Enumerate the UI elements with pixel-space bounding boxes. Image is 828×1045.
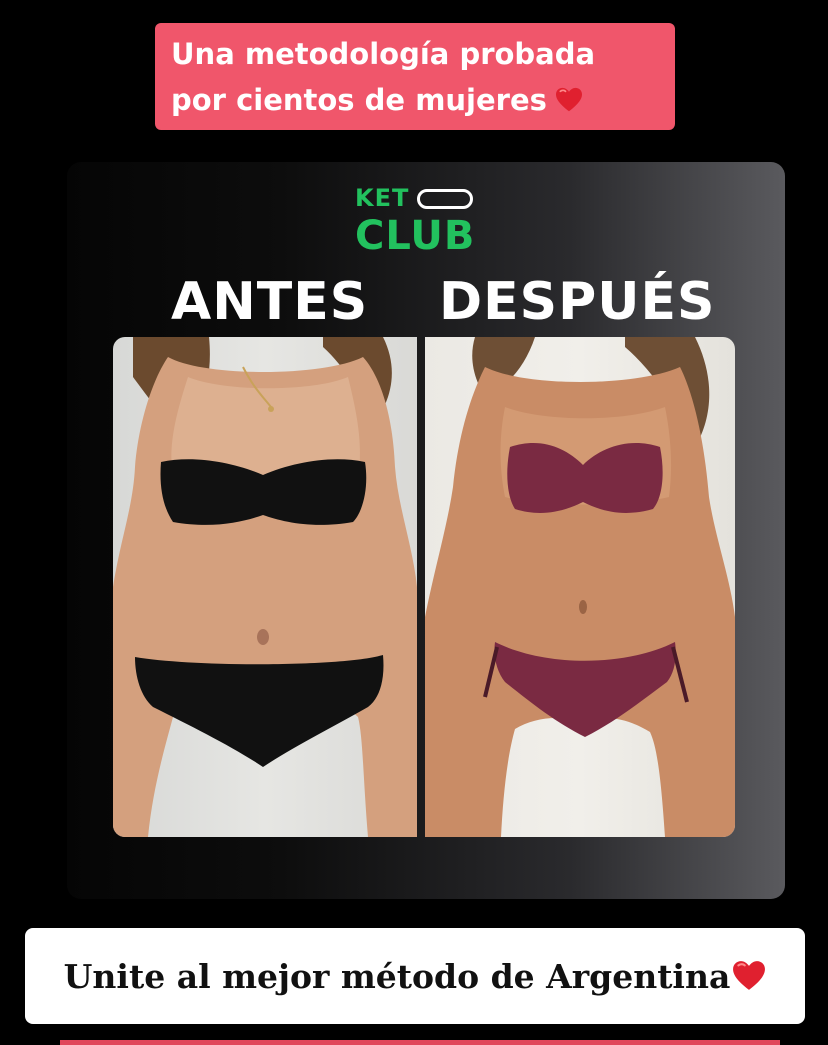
label-after: DESPUÉS xyxy=(439,272,716,332)
before-after-card: KET CLUB ANTES DESPUÉS xyxy=(67,162,785,899)
top-caption-line2-row: por cientos de mujeres xyxy=(171,77,659,123)
photo-after xyxy=(425,337,735,837)
logo-ket-text: KET xyxy=(355,184,410,212)
top-caption-box: Una metodología probada por cientos de m… xyxy=(155,23,675,130)
heart-icon xyxy=(555,87,583,113)
top-caption-line2: por cientos de mujeres xyxy=(171,82,547,117)
bottom-accent-strip xyxy=(60,1040,780,1045)
heart-icon xyxy=(732,960,766,992)
photo-before xyxy=(113,337,417,837)
pill-icon xyxy=(417,189,473,209)
story-frame: Una metodología probada por cientos de m… xyxy=(0,0,828,1045)
bottom-caption-text: Unite al mejor método de Argentina xyxy=(63,956,731,996)
ketoclub-logo: KET CLUB xyxy=(355,184,485,264)
bottom-caption-box: Unite al mejor método de Argentina xyxy=(25,928,805,1024)
top-caption-line1: Una metodología probada xyxy=(171,36,596,71)
logo-club-text: CLUB xyxy=(355,213,476,259)
label-before: ANTES xyxy=(171,272,369,332)
